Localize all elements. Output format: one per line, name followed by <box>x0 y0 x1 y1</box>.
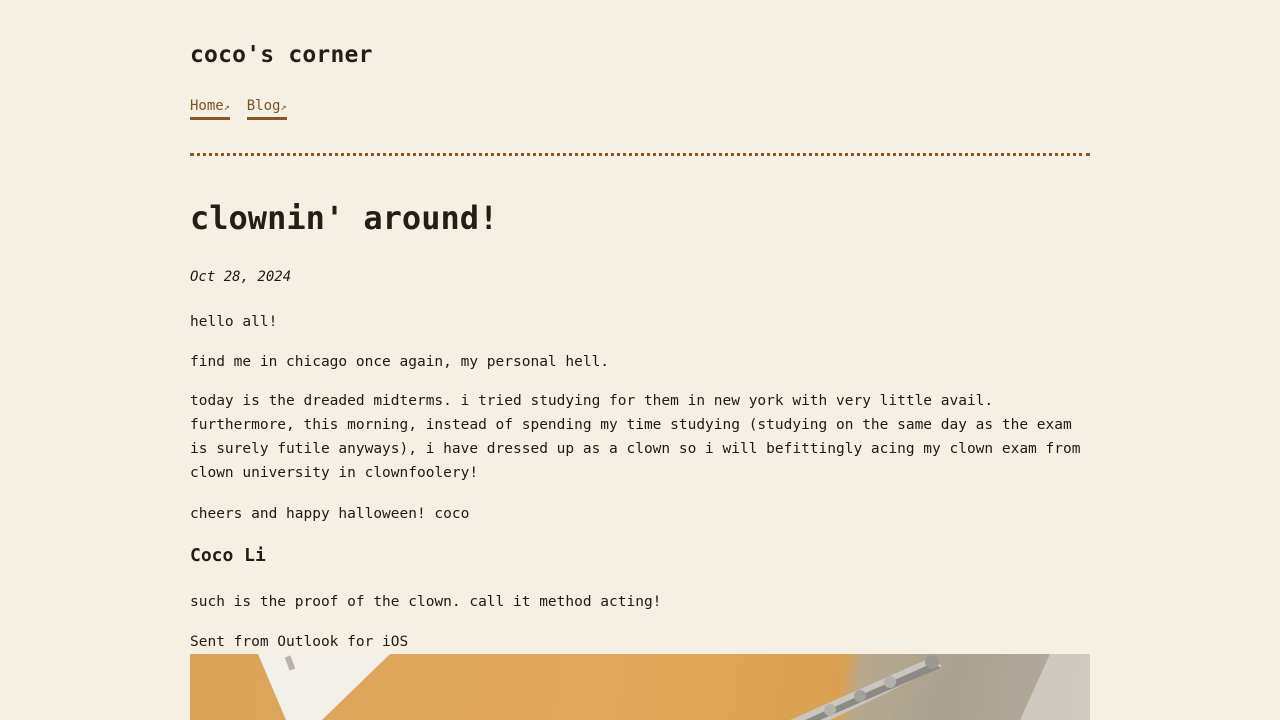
post-date: Oct 28, 2024 <box>190 269 292 285</box>
post-paragraph: find me in chicago once again, my person… <box>190 354 610 370</box>
nav-home-label: Home <box>190 98 224 114</box>
site-title: coco's corner <box>190 42 373 68</box>
post-photo <box>190 654 1090 720</box>
author-paragraph: Sent from Outlook for iOS <box>190 634 409 650</box>
post-paragraph: today is the dreaded midterms. i tried s… <box>190 393 1081 481</box>
post-paragraph: cheers and happy halloween! coco <box>190 506 470 522</box>
external-link-icon: ↗ <box>280 102 287 113</box>
author-name: Coco Li <box>190 545 266 566</box>
nav-blog-link[interactable]: Blog↗ <box>246 97 287 120</box>
header-divider <box>190 153 1090 156</box>
photo-image <box>258 654 1090 720</box>
post-title: clownin' around! <box>190 199 499 237</box>
photo-paper <box>258 654 390 720</box>
nav-blog-label: Blog <box>246 98 281 114</box>
post-paragraph: hello all! <box>190 314 278 330</box>
author-paragraph: such is the proof of the clown. call it … <box>190 594 662 610</box>
external-link-icon: ↗ <box>223 102 230 113</box>
nav-home-link[interactable]: Home↗ <box>190 97 230 120</box>
main-nav: Home↗ Blog↗ <box>190 97 287 120</box>
